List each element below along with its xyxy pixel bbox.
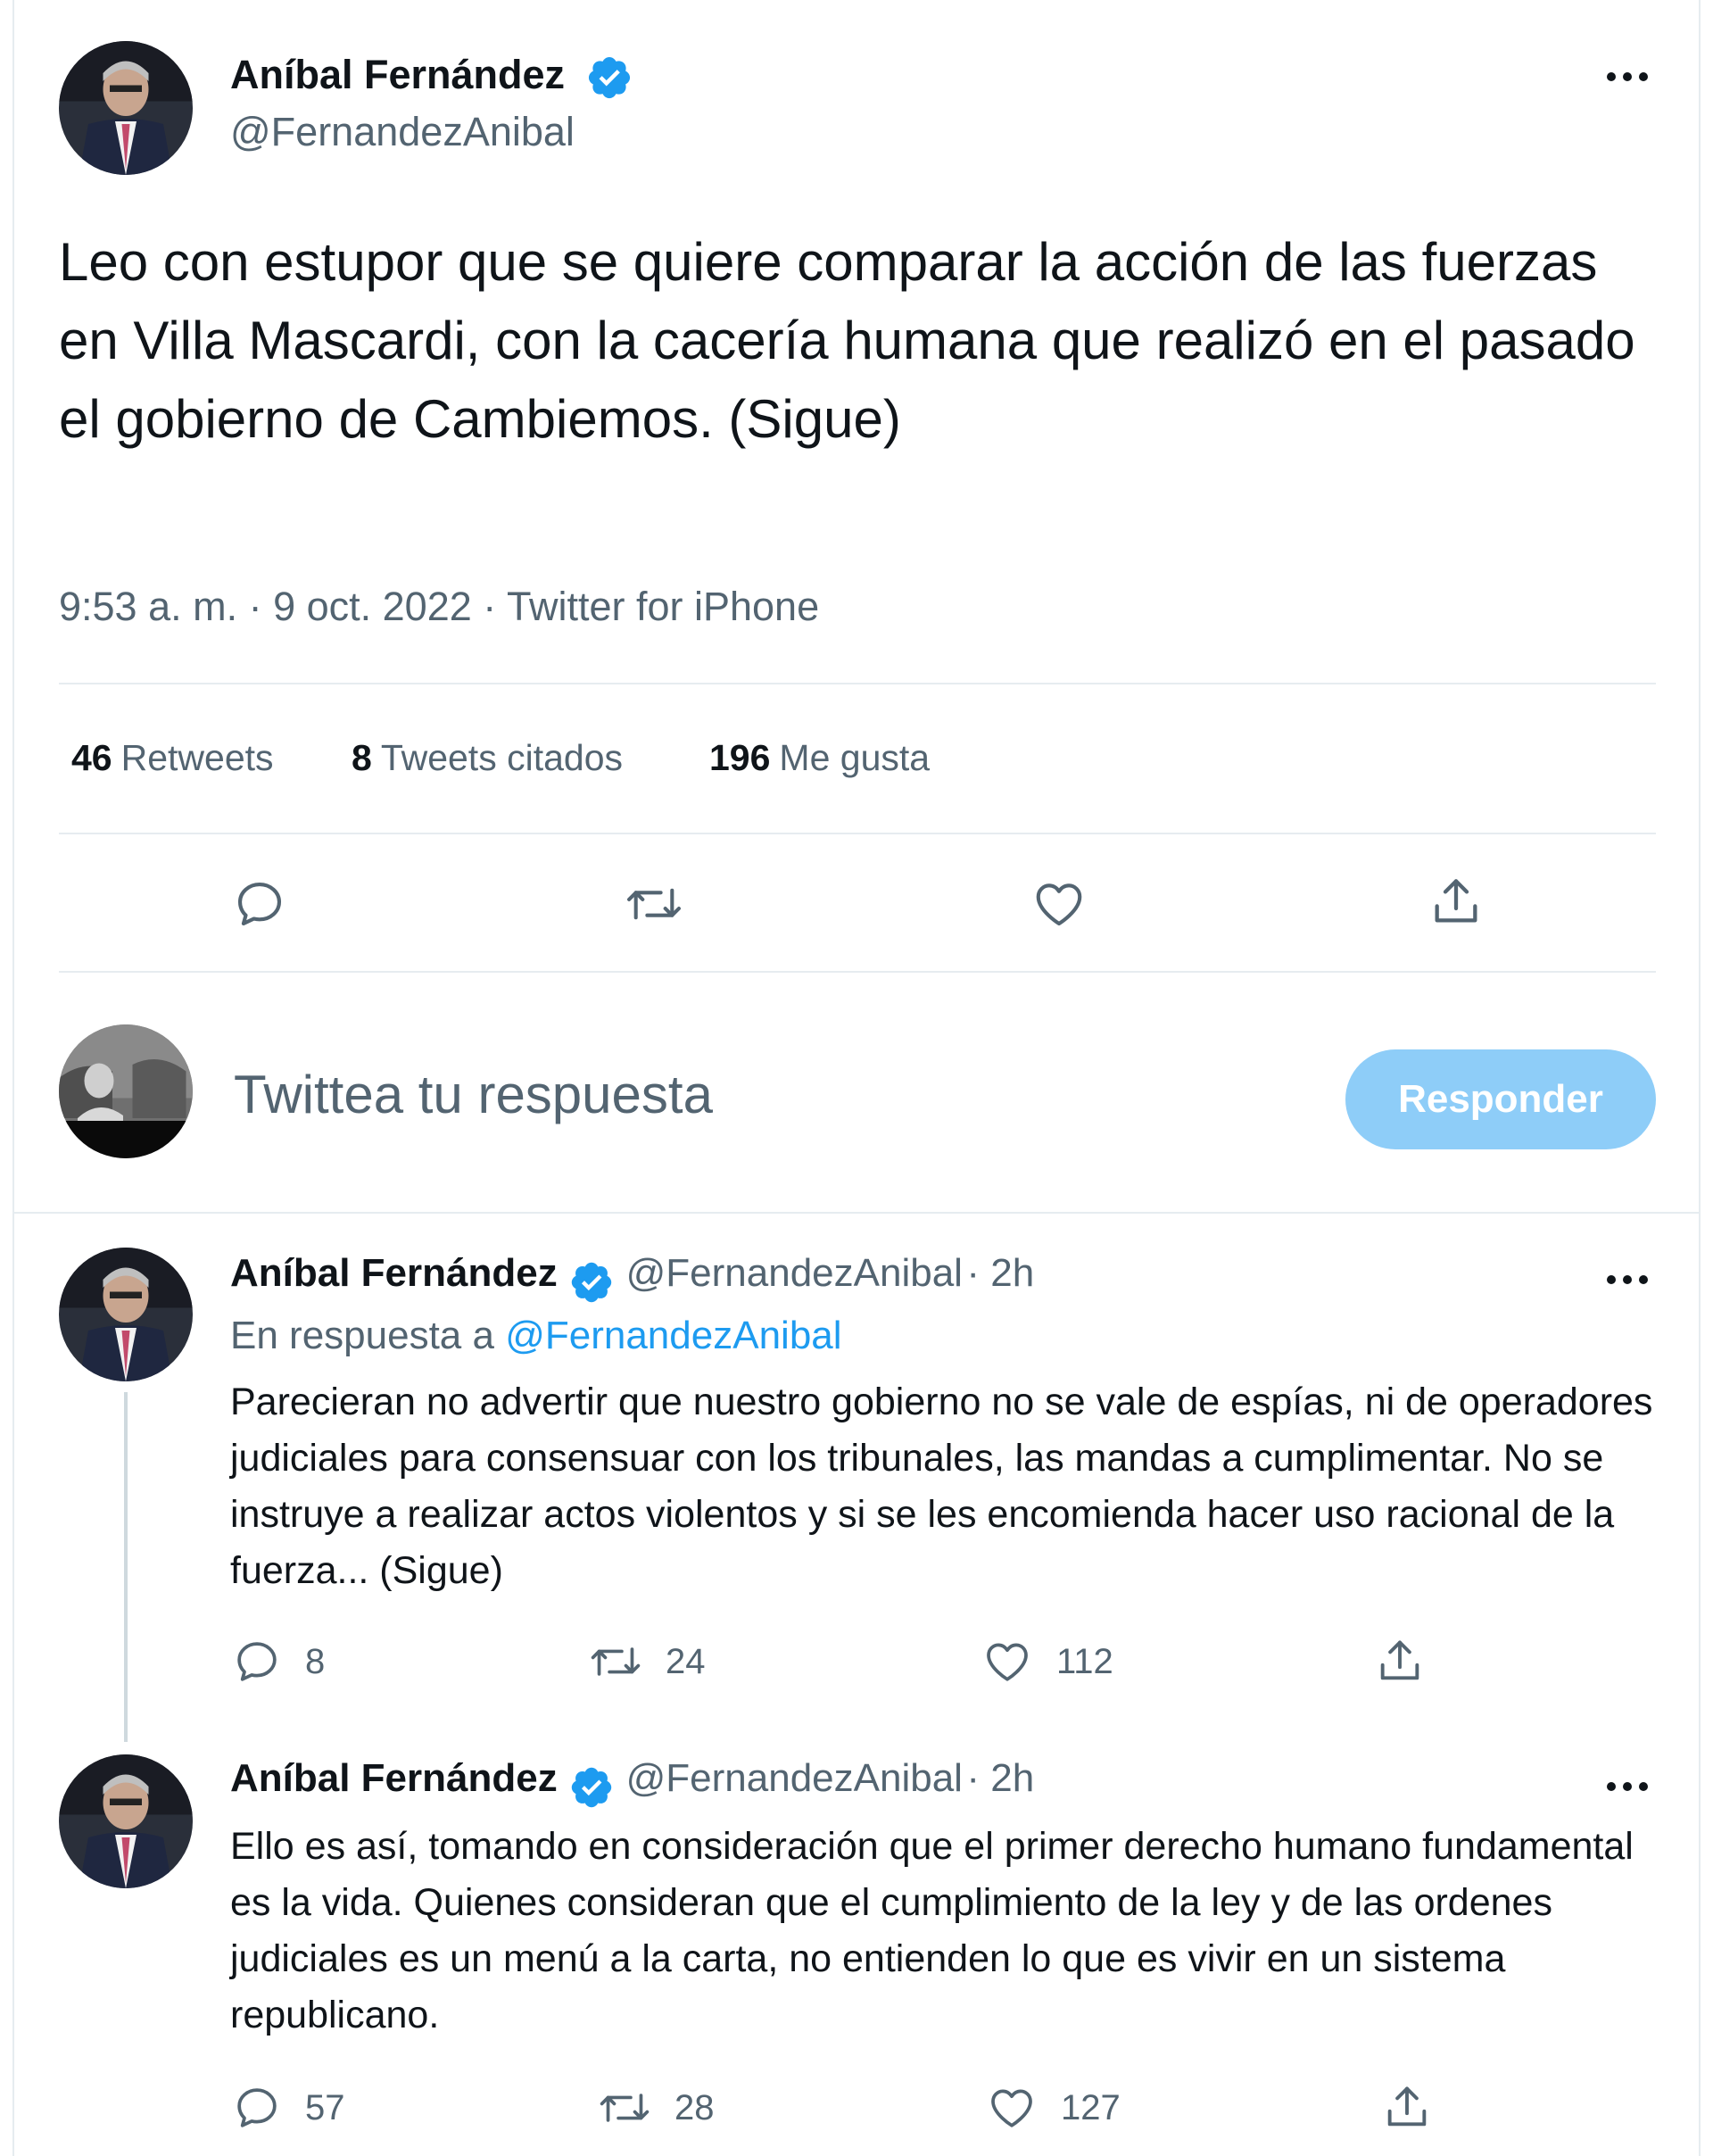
like-count: 127 (1061, 2087, 1121, 2127)
reply-header: Aníbal Fernández @FernandezAnibal · 2h (230, 1251, 1034, 1306)
retweet-count: 28 (674, 2087, 715, 2127)
reply-header: Aníbal Fernández @FernandezAnibal · 2h (230, 1756, 1034, 1811)
reply-icon (237, 882, 282, 926)
author-name[interactable]: Aníbal Fernández (230, 52, 633, 102)
tweet-text: Leo con estupor que se quiere comparar l… (59, 232, 1635, 449)
more-icon[interactable] (1601, 1255, 1654, 1305)
reply-count: 8 (305, 1641, 326, 1681)
divider (12, 1212, 1701, 1214)
reply-input[interactable]: Twittea tu respuesta (234, 1064, 713, 1125)
reply-time[interactable]: · 2h (966, 1251, 1034, 1295)
like-button[interactable]: 112 (981, 1637, 1113, 1687)
more-icon[interactable] (1601, 52, 1654, 102)
share-icon (1435, 879, 1477, 923)
more-icon (1607, 1782, 1648, 1791)
like-icon (987, 1643, 1028, 1681)
likes-stat[interactable]: 196 Me gusta (709, 737, 930, 779)
retweet-button[interactable]: 28 (598, 2083, 715, 2133)
divider (59, 833, 1656, 834)
reply-button[interactable] (232, 876, 287, 932)
thread-line (124, 1392, 128, 1742)
retweet-count: 24 (666, 1641, 706, 1681)
like-button[interactable]: 127 (986, 2083, 1121, 2133)
retweets-stat[interactable]: 46 Retweets (71, 737, 274, 779)
reply-time[interactable]: · 2h (966, 1756, 1034, 1800)
share-icon (1387, 2086, 1427, 2127)
reply-icon (237, 1642, 277, 1681)
user-avatar[interactable] (59, 1024, 193, 1158)
divider (59, 683, 1656, 684)
like-count: 112 (1056, 1641, 1113, 1681)
reply-author-name[interactable]: Aníbal Fernández (230, 1756, 558, 1800)
reply-text: Ello es así, tomando en consideración qu… (230, 1825, 1634, 2036)
respond-button[interactable]: Responder (1345, 1049, 1656, 1149)
share-icon (1380, 1640, 1419, 1680)
reply-handle[interactable]: @FernandezAnibal (626, 1756, 963, 1800)
like-icon (1036, 883, 1082, 926)
reply-button[interactable]: 57 (232, 2083, 345, 2133)
share-button[interactable] (1381, 2081, 1433, 2133)
like-icon (991, 2089, 1032, 2127)
share-button[interactable] (1428, 873, 1485, 930)
in-reply-to: En respuesta a @FernandezAnibal (230, 1314, 842, 1357)
author-avatar[interactable] (59, 41, 193, 175)
like-button[interactable] (1030, 876, 1088, 932)
reply-handle[interactable]: @FernandezAnibal (626, 1251, 963, 1295)
quote-tweets-stat[interactable]: 8 Tweets citados (352, 737, 623, 779)
divider (59, 971, 1656, 973)
more-icon (1607, 72, 1648, 81)
retweet-button[interactable]: 24 (589, 1637, 706, 1687)
reply-icon (237, 2088, 277, 2127)
retweet-button[interactable] (625, 876, 683, 932)
author-handle[interactable]: @FernandezAnibal (230, 109, 575, 155)
retweet-icon (591, 1647, 641, 1676)
reply-button[interactable]: 8 (232, 1637, 325, 1687)
reply-author-name[interactable]: Aníbal Fernández (230, 1251, 558, 1295)
retweet-icon (600, 2094, 650, 2122)
reply-avatar[interactable] (59, 1248, 193, 1381)
retweet-icon (627, 888, 681, 920)
more-icon[interactable] (1601, 1762, 1654, 1812)
in-reply-to-handle[interactable]: @FernandezAnibal (505, 1314, 841, 1357)
verified-badge-icon (588, 57, 630, 99)
reply-avatar[interactable] (59, 1754, 193, 1888)
verified-badge-icon (571, 1262, 612, 1302)
reply-count: 57 (305, 2087, 345, 2127)
more-icon (1607, 1275, 1648, 1284)
verified-badge-icon (571, 1767, 612, 1807)
tweet-timestamp[interactable]: 9:53 a. m. · 9 oct. 2022 · Twitter for i… (59, 584, 819, 630)
reply-text: Parecieran no advertir que nuestro gobie… (230, 1381, 1653, 1592)
share-button[interactable] (1374, 1635, 1426, 1687)
